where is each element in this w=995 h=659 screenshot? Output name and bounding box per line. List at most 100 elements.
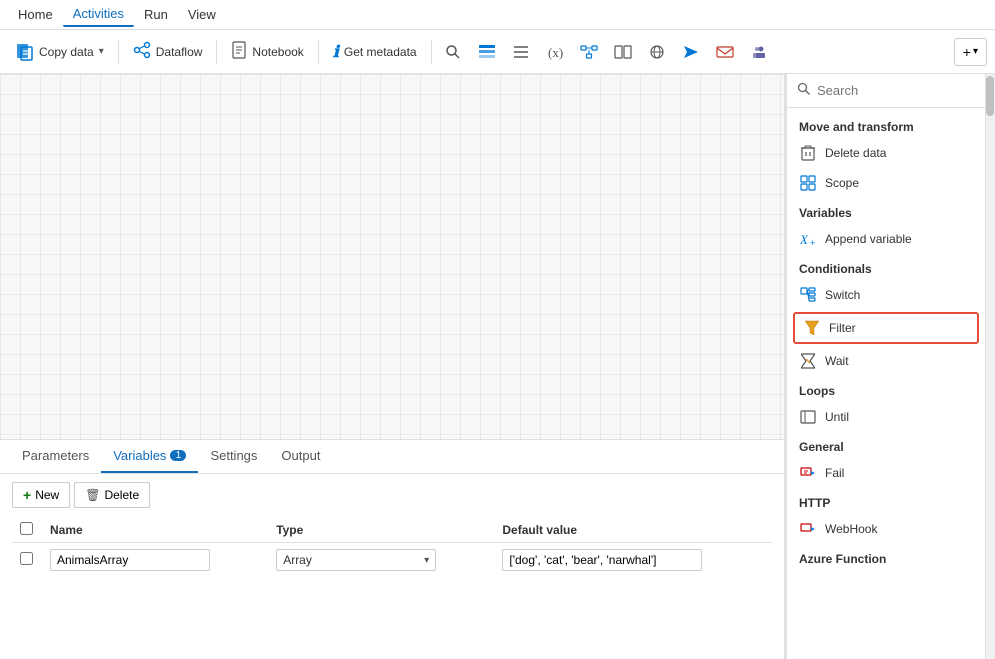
bottom-toolbar: + New 🗑 Delete <box>12 482 772 508</box>
tab-settings-label: Settings <box>210 448 257 463</box>
split-button[interactable] <box>608 37 638 67</box>
copy-data-label: Copy data <box>39 45 94 59</box>
dataflow-button[interactable]: Dataflow <box>125 36 211 67</box>
panel-content: Move and transform Delete data <box>787 108 985 659</box>
wait-icon <box>799 352 817 370</box>
canvas-workspace[interactable] <box>0 74 784 439</box>
panel-item-append-variable[interactable]: X + Append variable <box>787 224 985 254</box>
panel-item-delete-data[interactable]: Delete data <box>787 138 985 168</box>
append-variable-label: Append variable <box>825 232 912 246</box>
type-column-header: Type <box>268 518 494 543</box>
search-icon <box>797 82 811 99</box>
notebook-icon <box>231 41 247 62</box>
new-variable-button[interactable]: + New <box>12 482 70 508</box>
variables-header: Variables <box>787 198 985 224</box>
scope-icon <box>799 174 817 192</box>
add-dropdown-icon: ▾ <box>973 46 978 57</box>
delete-variable-button[interactable]: 🗑 Delete <box>74 482 150 508</box>
bottom-panel: Parameters Variables 1 Settings Output + <box>0 439 784 659</box>
dataflow-label: Dataflow <box>156 45 203 59</box>
menu-home[interactable]: Home <box>8 3 63 26</box>
type-dropdown[interactable]: Array ▾ <box>276 549 436 571</box>
type-cell: Array ▾ <box>268 543 494 578</box>
webhook-icon <box>799 520 817 538</box>
switch-icon <box>799 286 817 304</box>
name-input[interactable] <box>50 549 210 571</box>
delete-button-label: Delete <box>104 488 139 502</box>
panel-item-webhook[interactable]: WebHook <box>787 514 985 544</box>
search-box <box>787 74 985 108</box>
layers-button[interactable] <box>472 37 502 67</box>
svg-text:(x): (x) <box>548 45 563 60</box>
scroll-track[interactable] <box>985 74 995 659</box>
tab-output-label: Output <box>281 448 320 463</box>
svg-text:+: + <box>810 238 815 247</box>
toolbar-sep-3 <box>318 40 319 64</box>
globe-button[interactable] <box>642 37 672 67</box>
notebook-button[interactable]: Notebook <box>223 36 311 67</box>
tab-variables[interactable]: Variables 1 <box>101 440 198 473</box>
notebook-label: Notebook <box>252 45 303 59</box>
conditionals-header: Conditionals <box>787 254 985 280</box>
search-input[interactable] <box>817 83 985 98</box>
fail-label: Fail <box>825 466 844 480</box>
select-all-header <box>12 518 42 543</box>
until-icon <box>799 408 817 426</box>
panel-item-switch[interactable]: Switch <box>787 280 985 310</box>
panel-item-filter[interactable]: Filter <box>793 312 979 344</box>
expression-button[interactable]: (x) <box>540 37 570 67</box>
tab-output[interactable]: Output <box>269 440 332 473</box>
name-column-header: Name <box>42 518 268 543</box>
until-label: Until <box>825 410 849 424</box>
panel-item-scope[interactable]: Scope <box>787 168 985 198</box>
default-value-input[interactable] <box>502 549 702 571</box>
menu-run[interactable]: Run <box>134 3 178 26</box>
right-panel-container: Move and transform Delete data <box>785 74 995 659</box>
panel-item-until[interactable]: Until <box>787 402 985 432</box>
get-metadata-label: Get metadata <box>344 45 417 59</box>
menu-bar: Home Activities Run View <box>0 0 995 30</box>
copy-data-dropdown-icon: ▾ <box>99 46 104 57</box>
trash-icon: 🗑 <box>85 488 100 502</box>
diagram-button[interactable] <box>574 37 604 67</box>
scroll-thumb <box>986 76 994 116</box>
list-button[interactable] <box>506 37 536 67</box>
type-value: Array <box>283 553 312 567</box>
dataflow-icon <box>133 41 151 62</box>
menu-view[interactable]: View <box>178 3 226 26</box>
panel-item-fail[interactable]: Fail <box>787 458 985 488</box>
menu-activities[interactable]: Activities <box>63 2 134 27</box>
delete-data-icon <box>799 144 817 162</box>
send-button[interactable] <box>676 37 706 67</box>
copy-data-button[interactable]: Copy data ▾ <box>8 38 112 66</box>
toolbar-sep-4 <box>431 40 432 64</box>
bottom-content: + New 🗑 Delete Name <box>0 474 784 659</box>
tab-parameters-label: Parameters <box>22 448 89 463</box>
fail-icon <box>799 464 817 482</box>
get-metadata-icon: ℹ <box>333 42 339 62</box>
variables-badge: 1 <box>170 450 186 461</box>
bottom-tabs: Parameters Variables 1 Settings Output <box>0 440 784 474</box>
row-select-checkbox[interactable] <box>20 552 33 565</box>
add-activity-button[interactable]: + ▾ <box>954 38 987 66</box>
tab-variables-label: Variables <box>113 448 166 463</box>
table-row: Array ▾ <box>12 543 772 578</box>
row-checkbox-cell <box>12 543 42 578</box>
delete-data-label: Delete data <box>825 146 886 160</box>
canvas-area: Parameters Variables 1 Settings Output + <box>0 74 785 659</box>
name-cell <box>42 543 268 578</box>
teams-button[interactable] <box>744 37 774 67</box>
general-header: General <box>787 432 985 458</box>
select-all-checkbox[interactable] <box>20 522 33 535</box>
panel-item-wait[interactable]: Wait <box>787 346 985 376</box>
mail-button[interactable] <box>710 37 740 67</box>
svg-text:X: X <box>800 232 809 247</box>
get-metadata-button[interactable]: ℹ Get metadata <box>325 37 425 67</box>
variables-table: Name Type Default value <box>12 518 772 577</box>
search-toolbar-button[interactable] <box>438 37 468 67</box>
tab-parameters[interactable]: Parameters <box>10 440 101 473</box>
move-transform-header: Move and transform <box>787 112 985 138</box>
filter-icon <box>803 319 821 337</box>
append-var-icon: X + <box>799 230 817 248</box>
tab-settings[interactable]: Settings <box>198 440 269 473</box>
